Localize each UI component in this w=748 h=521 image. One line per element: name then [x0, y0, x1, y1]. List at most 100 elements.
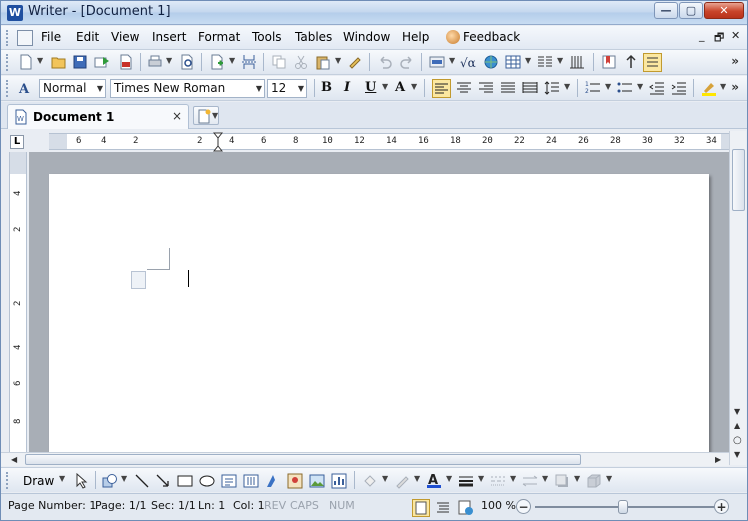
zoom-out-button[interactable]: −: [516, 499, 531, 514]
next-page-icon[interactable]: ▼: [734, 450, 740, 459]
autoshapes-icon[interactable]: [102, 473, 118, 489]
scroll-down-arrow[interactable]: ▼: [734, 407, 740, 416]
chevron-down-icon[interactable]: ▼: [256, 80, 262, 97]
numbering-icon[interactable]: 12: [585, 80, 601, 96]
italic-button[interactable]: I: [344, 80, 350, 95]
page-break-icon[interactable]: [241, 54, 257, 70]
scroll-right-arrow[interactable]: ▶: [715, 455, 721, 464]
show-formatting-icon[interactable]: [643, 53, 662, 72]
horizontal-ruler[interactable]: 6 4 2 2 4 6 8 10 12 14 16 18 20 22 24 26…: [49, 132, 729, 152]
chevron-down-icon[interactable]: ▼: [37, 56, 43, 65]
status-rev[interactable]: REV: [264, 499, 286, 512]
chevron-down-icon[interactable]: ▼: [298, 80, 304, 97]
chevron-down-icon[interactable]: ▼: [411, 82, 417, 91]
grow-font-button[interactable]: A: [395, 80, 405, 95]
menu-tables[interactable]: Tables: [295, 30, 332, 44]
format-painter-icon[interactable]: [347, 54, 363, 70]
chevron-down-icon[interactable]: ▼: [605, 82, 611, 91]
menu-file[interactable]: File: [41, 30, 61, 44]
menu-feedback[interactable]: Feedback: [463, 30, 520, 44]
toolbar-grip[interactable]: [6, 30, 10, 46]
select-pointer-icon[interactable]: [73, 473, 89, 489]
open-icon[interactable]: [51, 54, 67, 70]
toolbar-grip[interactable]: [6, 54, 10, 71]
paste-icon[interactable]: [315, 54, 331, 70]
menu-view[interactable]: View: [111, 30, 139, 44]
insert-field-icon[interactable]: [429, 54, 445, 70]
chevron-down-icon[interactable]: ▼: [606, 474, 612, 483]
justify-icon[interactable]: [500, 80, 516, 96]
tab-close-button[interactable]: ×: [172, 109, 182, 123]
maximize-button[interactable]: ▢: [679, 2, 703, 19]
menu-tools[interactable]: Tools: [252, 30, 282, 44]
previous-page-icon[interactable]: ▲: [734, 421, 740, 430]
navigation-icon[interactable]: ○: [733, 435, 742, 446]
toolbar-overflow-chevron[interactable]: »: [731, 80, 739, 94]
chevron-down-icon[interactable]: ▼: [446, 474, 452, 483]
font-size-select[interactable]: 12 ▼: [267, 79, 307, 98]
menu-help[interactable]: Help: [402, 30, 429, 44]
send-icon[interactable]: [94, 54, 110, 70]
paragraph-marks-icon[interactable]: [569, 54, 585, 70]
minimize-button[interactable]: —: [654, 2, 678, 19]
chevron-down-icon[interactable]: ▼: [97, 80, 103, 97]
paragraph-style-select[interactable]: Normal ▼: [39, 79, 106, 98]
rectangle-icon[interactable]: [177, 473, 193, 489]
close-button[interactable]: ✕: [704, 2, 744, 19]
menu-insert[interactable]: Insert: [152, 30, 186, 44]
text-box-icon[interactable]: [221, 473, 237, 489]
chevron-down-icon[interactable]: ▼: [166, 56, 172, 65]
align-right-icon[interactable]: [478, 80, 494, 96]
doc-close-button[interactable]: ✕: [731, 29, 740, 42]
undo-icon[interactable]: [377, 54, 393, 70]
increase-indent-icon[interactable]: [671, 80, 687, 96]
chevron-down-icon[interactable]: ▼: [564, 82, 570, 91]
chevron-down-icon[interactable]: ▼: [542, 474, 548, 483]
styles-icon[interactable]: A: [18, 80, 34, 96]
chevron-down-icon[interactable]: ▼: [414, 474, 420, 483]
chevron-down-icon[interactable]: ▼: [557, 56, 563, 65]
picture-icon[interactable]: [309, 473, 325, 489]
chevron-down-icon[interactable]: ▼: [382, 82, 388, 91]
title-bar[interactable]: W Writer - [Document 1] — ▢ ✕: [1, 1, 747, 25]
line-spacing-icon[interactable]: [544, 80, 560, 96]
doc-restore-button[interactable]: 🗗: [714, 29, 724, 48]
columns-icon[interactable]: [537, 54, 553, 70]
navigator-icon[interactable]: [623, 54, 639, 70]
align-left-icon[interactable]: [432, 79, 451, 98]
zoom-slider-handle[interactable]: [618, 500, 628, 514]
chevron-down-icon[interactable]: ▼: [525, 56, 531, 65]
tab-document-1[interactable]: W Document 1 ×: [7, 104, 189, 129]
chevron-down-icon[interactable]: ▼: [478, 474, 484, 483]
bookmark-icon[interactable]: [601, 54, 617, 70]
document-page[interactable]: [49, 174, 709, 452]
font-name-select[interactable]: Times New Roman ▼: [110, 79, 265, 98]
scrollbar-thumb[interactable]: [732, 149, 745, 211]
copy-icon[interactable]: [271, 54, 287, 70]
chevron-down-icon[interactable]: ▼: [229, 56, 235, 65]
menu-window[interactable]: Window: [343, 30, 390, 44]
line-icon[interactable]: [134, 473, 150, 489]
chevron-down-icon[interactable]: ▼: [59, 474, 65, 483]
new-tab-button[interactable]: ▼: [193, 106, 219, 125]
line-color-icon[interactable]: [394, 473, 410, 489]
vertical-ruler[interactable]: 4 2 2 4 6 8: [9, 152, 27, 452]
insert-chart-icon[interactable]: [331, 473, 347, 489]
chevron-down-icon[interactable]: ▼: [510, 474, 516, 483]
chevron-down-icon[interactable]: ▼: [382, 474, 388, 483]
clip-art-icon[interactable]: [287, 473, 303, 489]
vertical-scrollbar[interactable]: ▼ ▲ ○ ▼: [729, 131, 746, 465]
save-icon[interactable]: [72, 54, 88, 70]
toolbar-grip[interactable]: [6, 80, 10, 97]
print-layout-view-icon[interactable]: [412, 499, 430, 517]
outline-view-icon[interactable]: [435, 500, 451, 516]
wordart-icon[interactable]: [265, 473, 281, 489]
menu-edit[interactable]: Edit: [76, 30, 99, 44]
zoom-in-button[interactable]: +: [714, 499, 729, 514]
decrease-indent-icon[interactable]: [649, 80, 665, 96]
new-icon[interactable]: [18, 54, 34, 70]
toolbar-grip[interactable]: [6, 472, 10, 489]
chevron-down-icon[interactable]: ▼: [574, 474, 580, 483]
cut-icon[interactable]: [293, 54, 309, 70]
vertical-text-box-icon[interactable]: [243, 473, 259, 489]
